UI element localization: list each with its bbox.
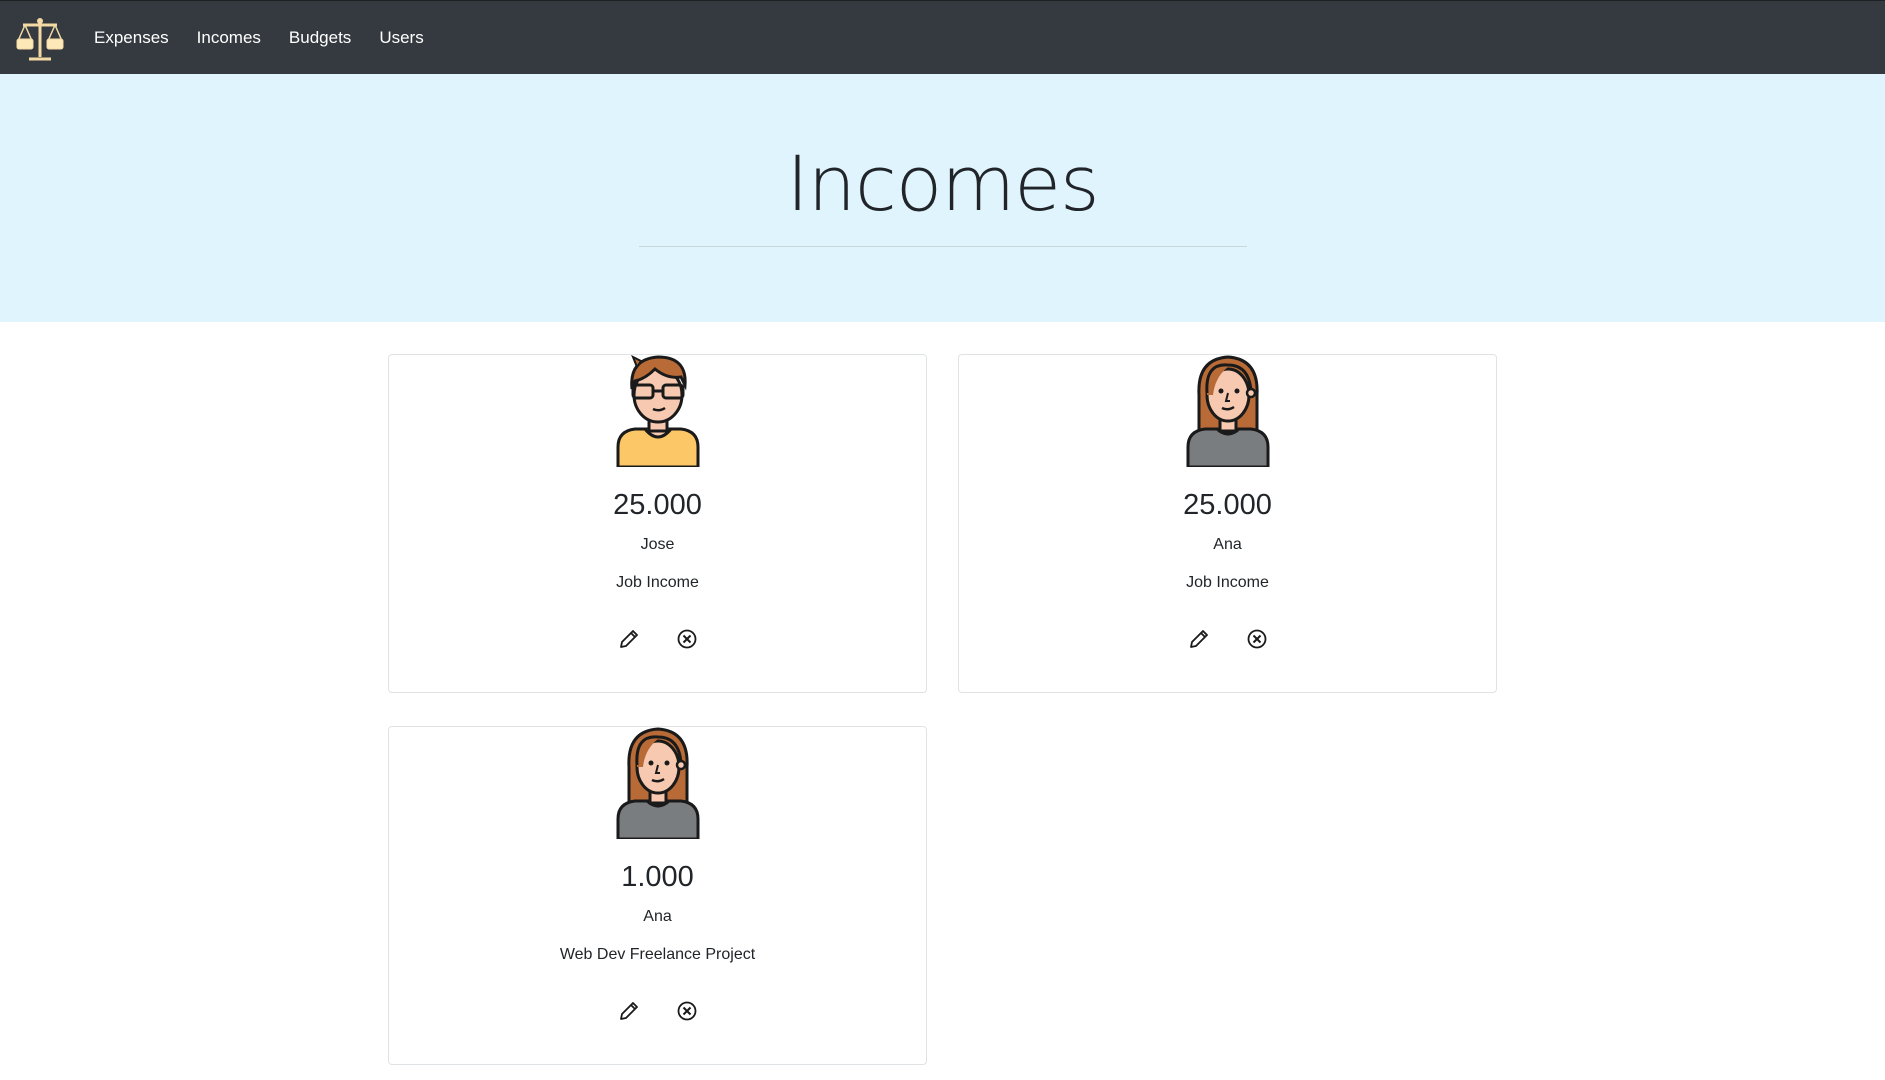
income-user: Jose	[640, 536, 675, 553]
income-card: 25.000 Ana Job Income	[958, 354, 1497, 693]
income-amount: 1.000	[621, 861, 694, 893]
income-amount: 25.000	[613, 489, 702, 521]
male-avatar-icon	[616, 355, 699, 467]
top-navbar: Expenses Incomes Budgets Users	[0, 0, 1885, 74]
income-card: 25.000 Jose Job Income	[388, 354, 927, 693]
female-avatar-icon	[616, 727, 699, 839]
income-card: 1.000 Ana Web Dev Freelance Project	[388, 726, 927, 1065]
x-circle-icon	[1247, 629, 1266, 649]
delete-button[interactable]	[674, 626, 700, 652]
x-circle-icon	[677, 629, 696, 649]
delete-button[interactable]	[674, 998, 700, 1024]
female-avatar-icon	[1186, 355, 1269, 467]
edit-button[interactable]	[616, 626, 642, 652]
x-circle-icon	[677, 1001, 696, 1021]
brand-logo[interactable]	[12, 13, 68, 63]
pencil-icon	[619, 630, 638, 648]
pencil-icon	[619, 1002, 638, 1020]
edit-button[interactable]	[616, 998, 642, 1024]
page-title: Incomes	[786, 139, 1099, 228]
page-header: Incomes	[0, 74, 1885, 322]
income-user: Ana	[1213, 536, 1242, 553]
income-description: Job Income	[616, 574, 699, 591]
pencil-icon	[1189, 630, 1208, 648]
nav-budgets[interactable]: Budgets	[289, 28, 351, 48]
nav-users[interactable]: Users	[379, 28, 423, 48]
header-divider	[638, 246, 1247, 247]
nav-expenses[interactable]: Expenses	[94, 28, 169, 48]
nav-incomes[interactable]: Incomes	[197, 28, 261, 48]
income-amount: 25.000	[1183, 489, 1272, 521]
income-description: Job Income	[1186, 574, 1269, 591]
income-description: Web Dev Freelance Project	[559, 946, 756, 963]
edit-button[interactable]	[1186, 626, 1212, 652]
delete-button[interactable]	[1244, 626, 1270, 652]
income-user: Ana	[643, 908, 672, 925]
balance-scale-icon	[16, 17, 64, 60]
